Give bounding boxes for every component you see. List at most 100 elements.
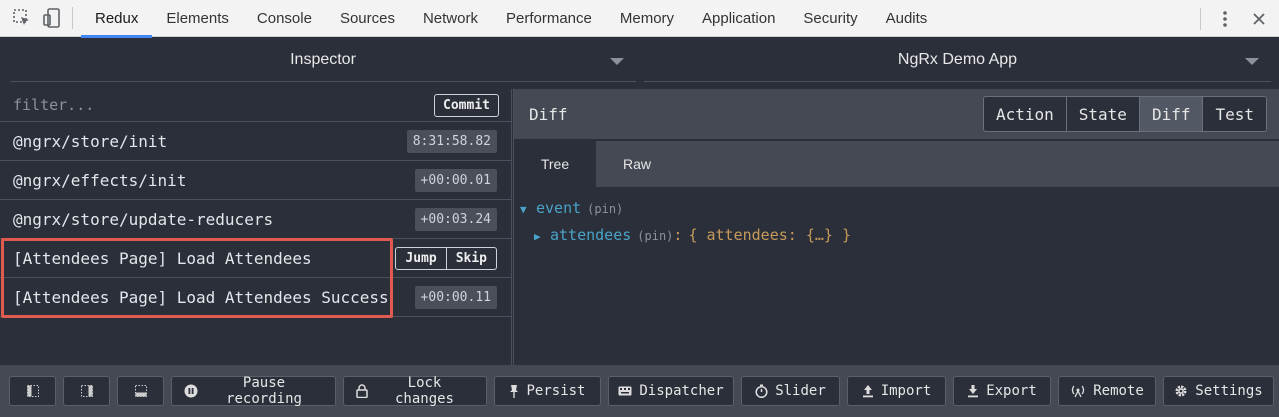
action-item[interactable]: @ngrx/effects/init +00:00.01 <box>0 161 511 200</box>
stopwatch-icon <box>755 384 768 398</box>
import-button[interactable]: Import <box>847 376 946 406</box>
dispatcher-label: Dispatcher <box>639 383 724 399</box>
tree-key: attendees <box>550 226 632 244</box>
mode-test-button[interactable]: Test <box>1203 96 1267 132</box>
tab-application[interactable]: Application <box>688 0 789 37</box>
instance-select[interactable]: NgRx Demo App <box>644 38 1271 82</box>
monitor-panel: Diff Action State Diff Test Tree Raw ▼ e… <box>513 89 1279 365</box>
dispatcher-button[interactable]: Dispatcher <box>608 376 734 406</box>
persist-label: Persist <box>526 383 586 399</box>
dock-right-icon <box>80 385 93 397</box>
chevron-down-icon <box>1245 58 1259 65</box>
lock-icon <box>356 384 368 398</box>
action-item[interactable]: [Attendees Page] Load Attendees Jump Ski… <box>0 239 511 278</box>
export-button[interactable]: Export <box>953 376 1051 406</box>
devtools-tabbar: Redux Elements Console Sources Network P… <box>0 0 1279 38</box>
tree-key: event <box>536 199 582 217</box>
tree-value: { attendees: {…} } <box>688 226 851 244</box>
persist-button[interactable]: Persist <box>494 376 601 406</box>
caret-down-icon[interactable]: ▼ <box>520 203 536 216</box>
skip-button[interactable]: Skip <box>446 246 497 270</box>
jump-button[interactable]: Jump <box>395 246 447 270</box>
inspect-element-icon[interactable] <box>10 6 34 30</box>
view-subtabs: Tree Raw <box>514 141 1279 187</box>
tree-colon: : <box>673 226 683 244</box>
kebab-menu-icon[interactable] <box>1213 7 1237 31</box>
action-name: [Attendees Page] Load Attendees Success <box>13 287 389 307</box>
tab-security[interactable]: Security <box>789 0 871 37</box>
upload-icon <box>862 384 874 398</box>
dock-left-icon <box>26 385 39 397</box>
mode-diff-button[interactable]: Diff <box>1139 96 1204 132</box>
action-time: +00:00.01 <box>414 168 497 192</box>
dock-right-button[interactable] <box>63 376 110 406</box>
action-name: @ngrx/store/update-reducers <box>13 209 274 229</box>
pause-recording-button[interactable]: Pause recording <box>171 375 336 407</box>
action-item[interactable]: [Attendees Page] Load Attendees Success … <box>0 278 511 317</box>
lock-changes-button[interactable]: Lock changes <box>343 375 487 407</box>
mode-button-group: Action State Diff Test <box>982 96 1267 132</box>
keyboard-icon <box>618 386 632 396</box>
action-time: 8:31:58.82 <box>406 129 497 153</box>
toolbar-divider <box>72 7 73 29</box>
jump-skip-group: Jump Skip <box>395 246 497 270</box>
tab-redux[interactable]: Redux <box>81 0 153 38</box>
pin-link[interactable]: (pin) <box>587 202 623 216</box>
device-toolbar-icon[interactable] <box>40 6 64 30</box>
filter-input[interactable] <box>13 96 393 114</box>
close-icon[interactable] <box>1247 7 1271 31</box>
slider-label: Slider <box>775 383 826 399</box>
commit-button[interactable]: Commit <box>434 93 499 117</box>
monitor-select[interactable]: Inspector <box>10 38 636 82</box>
mode-action-button[interactable]: Action <box>982 96 1067 132</box>
pin-link[interactable]: (pin) <box>637 229 673 243</box>
action-time: +00:03.24 <box>414 207 497 231</box>
slider-button[interactable]: Slider <box>741 376 840 406</box>
dock-left-button[interactable] <box>9 376 56 406</box>
pause-icon <box>184 384 198 398</box>
tab-elements[interactable]: Elements <box>152 0 243 37</box>
tab-audits[interactable]: Audits <box>872 0 942 37</box>
subtab-raw[interactable]: Raw <box>596 141 678 187</box>
import-label: Import <box>880 383 932 399</box>
toolbar-divider <box>1200 7 1201 30</box>
tab-sources[interactable]: Sources <box>326 0 409 37</box>
pause-recording-label: Pause recording <box>226 375 302 407</box>
action-item[interactable]: @ngrx/store/init 8:31:58.82 <box>0 122 511 161</box>
tab-network[interactable]: Network <box>409 0 492 37</box>
monitor-header: Diff Action State Diff Test <box>514 89 1279 139</box>
diff-tree: ▼ event (pin) ▶ attendees (pin) : { atte… <box>514 187 1279 253</box>
gear-icon <box>1174 384 1188 398</box>
action-time: +00:00.11 <box>414 285 497 309</box>
antenna-icon <box>1070 384 1086 398</box>
bottom-toolbar: Pause recording Lock changes Persist Dis… <box>0 365 1279 417</box>
action-name: @ngrx/store/init <box>13 131 168 151</box>
remote-button[interactable]: Remote <box>1058 376 1156 406</box>
tree-node-event[interactable]: ▼ event (pin) <box>520 199 1279 226</box>
mode-state-button[interactable]: State <box>1066 96 1140 132</box>
caret-right-icon[interactable]: ▶ <box>534 230 550 243</box>
export-label: Export <box>986 383 1037 399</box>
action-item[interactable]: @ngrx/store/update-reducers +00:03.24 <box>0 200 511 239</box>
filter-row: Commit <box>0 89 511 122</box>
settings-label: Settings <box>1195 383 1263 399</box>
dock-bottom-button[interactable] <box>117 376 164 406</box>
download-icon <box>967 384 979 398</box>
tab-performance[interactable]: Performance <box>492 0 606 37</box>
action-name: [Attendees Page] Load Attendees <box>13 248 312 268</box>
lock-changes-label: Lock changes <box>394 375 454 407</box>
tab-console[interactable]: Console <box>243 0 326 37</box>
tab-memory[interactable]: Memory <box>606 0 688 37</box>
tree-node-attendees[interactable]: ▶ attendees (pin) : { attendees: {…} } <box>520 226 1279 253</box>
instance-select-value: NgRx Demo App <box>897 50 1018 68</box>
pin-icon <box>509 384 519 398</box>
monitor-select-value: Inspector <box>290 50 356 68</box>
settings-button[interactable]: Settings <box>1163 376 1274 406</box>
chevron-down-icon <box>610 58 624 65</box>
action-name: @ngrx/effects/init <box>13 170 187 190</box>
instance-selector-row: Inspector NgRx Demo App <box>0 38 1279 89</box>
remote-label: Remote <box>1093 383 1144 399</box>
subtab-tree[interactable]: Tree <box>514 141 596 187</box>
dock-bottom-icon <box>134 385 147 397</box>
action-list-panel: Commit @ngrx/store/init 8:31:58.82 @ngrx… <box>0 89 512 365</box>
